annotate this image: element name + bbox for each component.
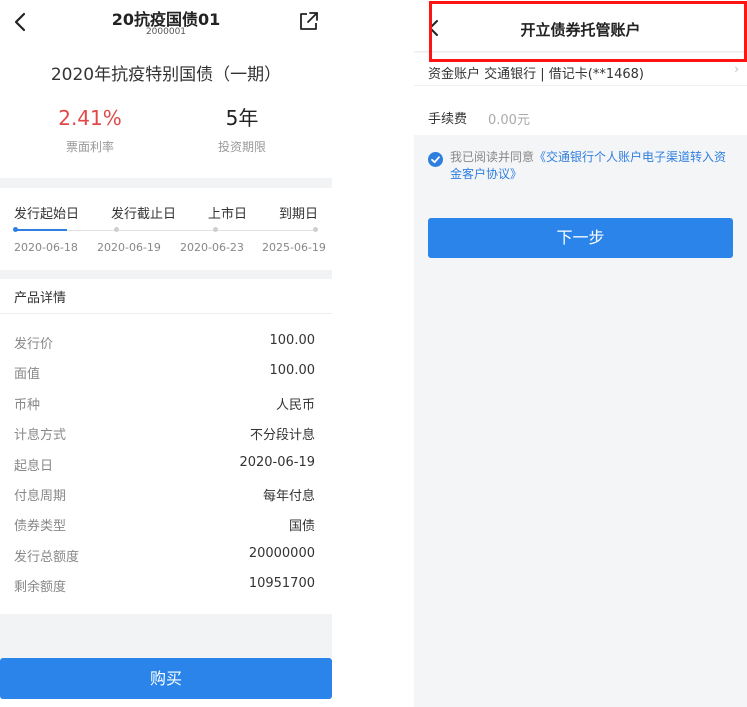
detail-row-issue-price: 发行价 100.00 <box>14 333 315 353</box>
timeline-dot <box>313 227 318 232</box>
section-divider <box>0 270 332 279</box>
detail-value: 10951700 <box>248 576 315 591</box>
detail-row-total-issue: 发行总额度 20000000 <box>14 546 315 566</box>
detail-row-currency: 币种 人民币 <box>14 394 315 414</box>
detail-row-face-value: 面值 100.00 <box>14 363 315 383</box>
investment-term-value: 5年 <box>225 106 259 130</box>
detail-row-remaining: 剩余额度 10951700 <box>14 576 315 596</box>
agreement-text: 我已阅读并同意《交通银行个人账户电子渠道转入资金客户协议》 <box>450 149 735 183</box>
coupon-rate-label: 票面利率 <box>65 140 114 154</box>
timeline-label-maturity: 到期日 <box>279 207 319 222</box>
detail-key: 发行总额度 <box>14 550 80 565</box>
bond-code: 2000001 <box>145 27 187 37</box>
investment-term-label: 投资期限 <box>217 140 266 154</box>
timeline-dot <box>114 227 119 232</box>
agreement-checkbox[interactable] <box>428 152 443 167</box>
detail-value: 不分段计息 <box>249 428 315 443</box>
top-nav-bar: 20抗疫国债01 2000001 <box>0 0 332 44</box>
highlight-box <box>429 1 747 62</box>
detail-value: 人民币 <box>275 398 315 413</box>
detail-key: 起息日 <box>14 459 54 474</box>
timeline-date-maturity: 2025-06-19 <box>262 241 326 254</box>
next-step-button[interactable]: 下一步 <box>428 218 733 258</box>
fee-row: 手续费 0.00元 <box>414 85 747 135</box>
detail-row-interest-method: 计息方式 不分段计息 <box>14 424 315 444</box>
bond-detail-screen: 20抗疫国债01 2000001 2020年抗疫特别国债（一期） 2.41% 票… <box>0 0 332 707</box>
open-custody-account-screen: 开立债券托管账户 资金账户 交通银行 | 借记卡(**1468) › 手续费 0… <box>414 0 747 707</box>
timeline-date-listing: 2020-06-23 <box>180 241 244 254</box>
detail-key: 币种 <box>14 398 41 413</box>
agreement-prefix: 我已阅读并同意 <box>450 150 535 164</box>
share-icon[interactable] <box>298 10 320 32</box>
detail-value: 2020-06-19 <box>239 455 315 470</box>
detail-value: 每年付息 <box>262 489 315 504</box>
timeline-dot <box>13 227 18 232</box>
issue-timeline: 发行起始日 发行截止日 上市日 到期日 2020-06-18 2020-06-1… <box>0 188 332 270</box>
divider-line <box>0 313 332 314</box>
timeline-progress <box>15 229 67 231</box>
detail-row-payment-cycle: 付息周期 每年付息 <box>14 485 315 505</box>
detail-value: 100.00 <box>269 333 316 348</box>
bond-full-name: 2020年抗疫特别国债（一期） <box>50 65 282 85</box>
buy-button[interactable]: 购买 <box>0 658 332 699</box>
checkmark-icon <box>431 156 440 164</box>
detail-value: 国债 <box>288 519 315 534</box>
detail-row-bond-type: 债券类型 国债 <box>14 515 315 535</box>
screen-gap <box>332 0 414 707</box>
fund-account-text: 资金账户 交通银行 | 借记卡(**1468) <box>428 67 645 82</box>
product-details-title: 产品详情 <box>14 291 67 306</box>
timeline-date-issue-end: 2020-06-19 <box>97 241 161 254</box>
detail-value: 20000000 <box>248 546 315 561</box>
timeline-date-issue-start: 2020-06-18 <box>14 241 78 254</box>
coupon-rate-stat: 2.41% 票面利率 <box>30 104 150 155</box>
chevron-right-icon: › <box>734 62 739 76</box>
detail-key: 剩余额度 <box>14 580 67 595</box>
fee-label: 手续费 <box>428 112 468 127</box>
timeline-dot <box>213 227 218 232</box>
investment-term-stat: 5年 投资期限 <box>182 104 302 155</box>
timeline-label-issue-start: 发行起始日 <box>14 207 80 222</box>
detail-row-value-date: 起息日 2020-06-19 <box>14 455 315 475</box>
coupon-rate-value: 2.41% <box>58 106 122 130</box>
detail-key: 债券类型 <box>14 519 67 534</box>
detail-key: 付息周期 <box>14 489 67 504</box>
timeline-label-listing: 上市日 <box>208 207 248 222</box>
footer-spacer <box>0 614 332 658</box>
detail-key: 发行价 <box>14 337 54 352</box>
detail-value: 100.00 <box>269 363 316 378</box>
detail-key: 面值 <box>14 367 41 382</box>
detail-key: 计息方式 <box>14 428 67 443</box>
fee-value: 0.00元 <box>488 113 530 128</box>
section-divider <box>0 178 332 188</box>
timeline-label-issue-end: 发行截止日 <box>111 207 177 222</box>
